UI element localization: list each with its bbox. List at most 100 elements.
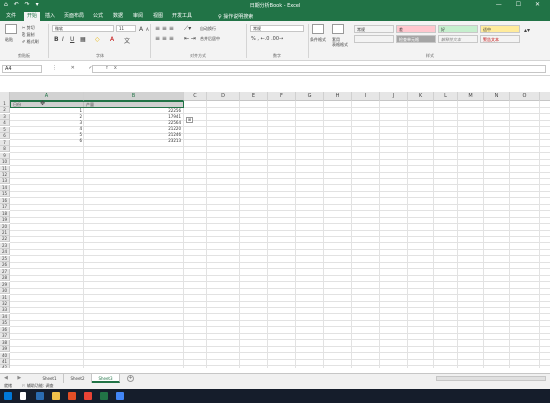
- row-header-33[interactable]: 33: [0, 307, 10, 314]
- row-header-15[interactable]: 15: [0, 191, 10, 198]
- cell-a7[interactable]: 6: [10, 138, 83, 144]
- tab-developer[interactable]: 开发工具: [170, 12, 194, 21]
- row-header-23[interactable]: 23: [0, 242, 10, 249]
- number-format-buttons[interactable]: % , ←.0 .00→: [251, 36, 283, 42]
- paste-button[interactable]: 粘贴: [5, 37, 13, 43]
- tab-formulas[interactable]: 公式: [90, 12, 106, 21]
- row-header-22[interactable]: 22: [0, 236, 10, 243]
- row-header-6[interactable]: 6: [0, 133, 10, 140]
- row-header-18[interactable]: 18: [0, 210, 10, 217]
- row-header-21[interactable]: 21: [0, 230, 10, 236]
- style-normal[interactable]: 常规: [354, 25, 394, 33]
- row-header-9[interactable]: 9: [0, 152, 10, 159]
- column-header-m[interactable]: M: [458, 92, 484, 101]
- row-header-2[interactable]: 2: [0, 107, 10, 114]
- sheet-tab-sheet1[interactable]: Sheet1: [36, 374, 64, 383]
- style-good[interactable]: 好: [438, 25, 478, 33]
- shrink-font-button[interactable]: A: [146, 27, 149, 32]
- border-icon[interactable]: ▦: [80, 36, 86, 43]
- chrome-icon[interactable]: [116, 392, 124, 400]
- tell-me-search[interactable]: ♀ 操作说明搜索: [218, 13, 253, 20]
- style-blank[interactable]: [354, 35, 394, 43]
- bold-button[interactable]: B: [54, 36, 59, 43]
- sheet-nav-arrows[interactable]: ◀ ▶: [4, 375, 25, 381]
- row-header-42[interactable]: 42: [0, 365, 10, 368]
- style-explanatory[interactable]: 解释性文本: [438, 35, 478, 43]
- quick-analysis-icon[interactable]: ⊞: [186, 117, 193, 123]
- top-align-icon[interactable]: ≡ ≡ ≡: [155, 25, 174, 32]
- cell-b7[interactable]: 23213: [84, 138, 183, 144]
- orientation-icon[interactable]: ⟋▾: [184, 25, 191, 33]
- column-header-f[interactable]: F: [268, 92, 296, 101]
- tab-review[interactable]: 审阅: [130, 12, 146, 21]
- row-header-39[interactable]: 39: [0, 346, 10, 353]
- column-header-i[interactable]: I: [352, 92, 380, 101]
- row-header-32[interactable]: 32: [0, 300, 10, 307]
- row-header-14[interactable]: 14: [0, 184, 10, 191]
- column-header-o[interactable]: O: [510, 92, 540, 101]
- left-align-icon[interactable]: ≡ ≡ ≡: [155, 35, 174, 42]
- horizontal-scrollbar[interactable]: [436, 376, 546, 381]
- row-header-17[interactable]: 17: [0, 204, 10, 211]
- row-header-29[interactable]: 29: [0, 281, 10, 288]
- app-icon[interactable]: [68, 392, 76, 400]
- style-neutral[interactable]: 适中: [480, 25, 520, 33]
- underline-button[interactable]: U: [70, 36, 74, 43]
- row-header-1[interactable]: 1: [0, 101, 10, 107]
- tab-file[interactable]: 文件: [2, 12, 20, 21]
- column-header-a[interactable]: A: [10, 92, 84, 101]
- fill-color-icon[interactable]: ◇: [95, 36, 100, 43]
- worksheet-grid[interactable]: ABCDEFGHIJKLMNO 1 2 3 4 5 6 7 8 9 10 11 12 13 14 15 16 1…: [0, 92, 550, 368]
- row-header-36[interactable]: 36: [0, 326, 10, 333]
- style-check-cell[interactable]: 检查单元格: [396, 35, 436, 43]
- number-format-select[interactable]: 常规: [250, 25, 304, 32]
- style-bad[interactable]: 差: [396, 25, 436, 33]
- cut-button[interactable]: ✂ 剪切: [22, 25, 35, 31]
- column-header-j[interactable]: J: [380, 92, 408, 101]
- font-size-select[interactable]: 11: [116, 25, 136, 32]
- tab-home[interactable]: 开始: [24, 12, 40, 21]
- tab-view[interactable]: 视图: [150, 12, 166, 21]
- row-header-37[interactable]: 37: [0, 333, 10, 340]
- row-header-25[interactable]: 25: [0, 255, 10, 262]
- excel-icon[interactable]: [100, 392, 108, 400]
- row-header-27[interactable]: 27: [0, 268, 10, 275]
- sheet-tab-sheet3[interactable]: Sheet3: [92, 374, 120, 383]
- row-header-28[interactable]: 28: [0, 275, 10, 282]
- task-view-icon[interactable]: [36, 392, 44, 400]
- name-box[interactable]: A4: [2, 65, 42, 73]
- column-header-e[interactable]: E: [240, 92, 268, 101]
- select-all-corner[interactable]: [0, 92, 10, 101]
- row-header-20[interactable]: 20: [0, 223, 10, 230]
- style-warning[interactable]: 警告文本: [480, 35, 520, 43]
- format-as-table-icon[interactable]: [332, 24, 344, 34]
- conditional-format-icon[interactable]: [312, 24, 324, 34]
- sheet-tab-sheet2[interactable]: Sheet2: [64, 374, 92, 383]
- row-header-4[interactable]: 4: [0, 120, 10, 127]
- row-header-11[interactable]: 11: [0, 165, 10, 172]
- tab-data[interactable]: 数据: [110, 12, 126, 21]
- row-header-35[interactable]: 35: [0, 320, 10, 327]
- row-header-13[interactable]: 13: [0, 178, 10, 185]
- row-header-5[interactable]: 5: [0, 126, 10, 133]
- column-header-c[interactable]: C: [184, 92, 207, 101]
- column-header-l[interactable]: L: [434, 92, 458, 101]
- format-painter-button[interactable]: ✐ 格式刷: [22, 39, 39, 45]
- column-header-b[interactable]: B: [84, 92, 184, 101]
- browser-icon[interactable]: [84, 392, 92, 400]
- row-header-40[interactable]: 40: [0, 352, 10, 359]
- search-icon[interactable]: [20, 392, 26, 400]
- tab-page-layout[interactable]: 页面布局: [62, 12, 86, 21]
- font-family-select[interactable]: 微软: [52, 25, 114, 32]
- row-header-26[interactable]: 26: [0, 262, 10, 269]
- row-header-16[interactable]: 16: [0, 197, 10, 204]
- row-header-38[interactable]: 38: [0, 339, 10, 346]
- font-color-button[interactable]: A: [110, 36, 114, 43]
- add-sheet-button[interactable]: +: [127, 375, 134, 382]
- start-icon[interactable]: [4, 392, 12, 400]
- format-as-table-button[interactable]: 套用 表格格式: [332, 37, 348, 47]
- grow-font-button[interactable]: A: [139, 26, 143, 33]
- row-header-7[interactable]: 7: [0, 139, 10, 146]
- window-controls[interactable]: — ☐ ✕: [496, 1, 546, 8]
- row-header-12[interactable]: 12: [0, 171, 10, 178]
